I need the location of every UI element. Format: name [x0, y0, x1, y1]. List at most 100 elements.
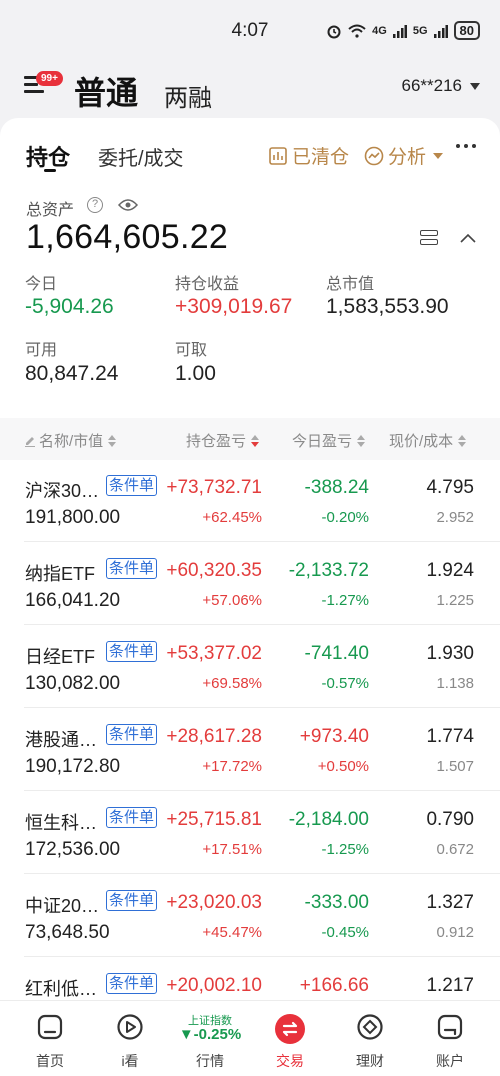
position-pnl-pct: +17.72%: [202, 758, 262, 775]
condition-order-tag[interactable]: 条件单: [106, 724, 158, 745]
condition-order-tag[interactable]: 条件单: [106, 475, 158, 496]
sort-name-mv[interactable]: 名称/市值: [24, 430, 117, 451]
position-row[interactable]: 日经ETF 条件单 130,082.00 +53,377.02 +69.58% …: [0, 626, 500, 708]
position-pnl: +28,617.28: [166, 726, 262, 747]
signal-icon: [433, 24, 448, 38]
position-price: 1.930: [426, 643, 474, 664]
layout-toggle-icon[interactable]: [420, 230, 438, 246]
condition-order-tag[interactable]: 条件单: [106, 807, 158, 828]
position-day-pnl: -741.40: [304, 643, 369, 664]
position-price: 1.774: [426, 726, 474, 747]
position-price: 1.327: [426, 892, 474, 913]
row-divider: [24, 790, 500, 791]
wifi-icon: [348, 24, 366, 38]
holding-pnl-value: +309,019.67: [175, 295, 293, 318]
position-pnl-pct: +57.06%: [202, 592, 262, 609]
position-row[interactable]: 港股通… 条件单 190,172.80 +28,617.28 +17.72% +…: [0, 709, 500, 791]
position-day-pct: -1.25%: [321, 841, 369, 858]
position-pnl: +23,020.03: [166, 892, 262, 913]
position-cost: 1.225: [436, 592, 474, 609]
row-divider: [24, 624, 500, 625]
position-day-pct: -0.20%: [321, 509, 369, 526]
position-price: 0.790: [426, 809, 474, 830]
message-badge[interactable]: 99+: [36, 71, 63, 86]
available-value: 80,847.24: [25, 362, 119, 385]
position-day-pnl: +166.66: [299, 975, 369, 996]
sort-icon: [251, 434, 260, 447]
more-icon[interactable]: [456, 144, 476, 148]
column-name-mv: 名称/市值: [39, 433, 104, 450]
network-5g-label: 5G: [412, 24, 428, 37]
nav-account[interactable]: 账户: [400, 1001, 500, 1076]
cleared-label: 已清仓: [292, 147, 350, 168]
position-row[interactable]: 沪深30… 条件单 191,800.00 +73,732.71 +62.45% …: [0, 460, 500, 542]
wealth-icon: [357, 1014, 383, 1040]
asset-summary-card: 持仓 委托/成交 已清仓 分析 总资产 ? 1,664,605.22 今日 -5…: [0, 118, 500, 418]
condition-order-tag[interactable]: 条件单: [106, 973, 158, 994]
position-name: 港股通…: [25, 730, 97, 750]
sort-today-pnl[interactable]: 今日盈亏: [292, 430, 366, 451]
account-icon: [437, 1014, 463, 1040]
position-pnl-pct: +45.47%: [202, 924, 262, 941]
position-pnl: +25,715.81: [166, 809, 262, 830]
position-price: 1.217: [426, 975, 474, 996]
condition-order-tag[interactable]: 条件单: [106, 890, 158, 911]
position-day-pnl: -2,184.00: [288, 809, 369, 830]
chevron-up-icon[interactable]: [460, 233, 476, 243]
positions-list-header: 名称/市值 持仓盈亏 今日盈亏 现价/成本: [0, 418, 500, 460]
chevron-down-icon: [470, 82, 480, 90]
withdrawable-value: 1.00: [175, 362, 216, 385]
trade-icon: [275, 1014, 305, 1044]
position-name: 沪深30…: [25, 481, 100, 501]
status-bar: 4:07 4G 5G 80: [0, 0, 500, 60]
position-pnl-pct: +17.51%: [202, 841, 262, 858]
position-row[interactable]: 中证20… 条件单 73,648.50 +23,020.03 +45.47% -…: [0, 875, 500, 957]
position-name: 中证20…: [25, 896, 100, 916]
eye-icon[interactable]: [118, 198, 138, 212]
position-day-pnl: -333.00: [304, 892, 369, 913]
position-market-value: 191,800.00: [25, 507, 121, 528]
margin-account-tab[interactable]: 两融: [164, 78, 212, 113]
tab-holdings[interactable]: 持仓: [26, 140, 70, 172]
status-icons: 4G 5G 80: [326, 21, 480, 40]
condition-order-tag[interactable]: 条件单: [106, 641, 158, 662]
account-type-tab[interactable]: 普通: [74, 68, 138, 114]
alarm-icon: [327, 25, 341, 38]
tab-active-indicator: [44, 169, 56, 172]
home-icon: [37, 1014, 63, 1040]
edit-icon: [25, 436, 35, 447]
battery-indicator: 80: [453, 21, 480, 40]
position-day-pct: -0.45%: [321, 924, 369, 941]
position-day-pct: -1.27%: [321, 592, 369, 609]
sort-holding-pnl[interactable]: 持仓盈亏: [186, 430, 260, 451]
position-row[interactable]: 纳指ETF 条件单 166,041.20 +60,320.35 +57.06% …: [0, 543, 500, 625]
sort-icon: [458, 434, 467, 447]
position-row[interactable]: 恒生科… 条件单 172,536.00 +25,715.81 +17.51% -…: [0, 792, 500, 874]
cleared-positions-button[interactable]: 已清仓: [268, 142, 349, 169]
position-cost: 0.672: [436, 841, 474, 858]
account-selector[interactable]: 66**216: [401, 76, 480, 96]
column-holding-pnl: 持仓盈亏: [186, 433, 247, 450]
position-cost: 1.507: [436, 758, 474, 775]
positions-list: 沪深30… 条件单 191,800.00 +73,732.71 +62.45% …: [0, 460, 500, 1000]
today-pnl-label: 今日: [25, 276, 58, 293]
position-row[interactable]: 红利低… 条件单 +20,002.10 +166.66 1.217: [0, 958, 500, 1000]
position-day-pnl: -2,133.72: [288, 560, 369, 581]
total-assets-value: 1,664,605.22: [26, 218, 229, 256]
position-pnl: +53,377.02: [166, 643, 262, 664]
position-day-pnl: +973.40: [299, 726, 369, 747]
analysis-button[interactable]: 分析: [364, 142, 444, 169]
help-icon[interactable]: ?: [87, 197, 103, 213]
network-4g-label: 4G: [372, 24, 387, 37]
condition-order-tag[interactable]: 条件单: [106, 558, 158, 579]
sort-price-cost[interactable]: 现价/成本: [389, 430, 467, 451]
position-day-pnl: -388.24: [304, 477, 369, 498]
position-name: 日经ETF: [25, 647, 95, 667]
tab-orders[interactable]: 委托/成交: [98, 142, 184, 171]
column-price-cost: 现价/成本: [389, 433, 454, 450]
play-icon: [117, 1014, 143, 1040]
row-divider: [24, 956, 500, 957]
bar-chart-icon: [269, 146, 287, 165]
position-cost: 2.952: [436, 509, 474, 526]
position-pnl-pct: +62.45%: [202, 509, 262, 526]
